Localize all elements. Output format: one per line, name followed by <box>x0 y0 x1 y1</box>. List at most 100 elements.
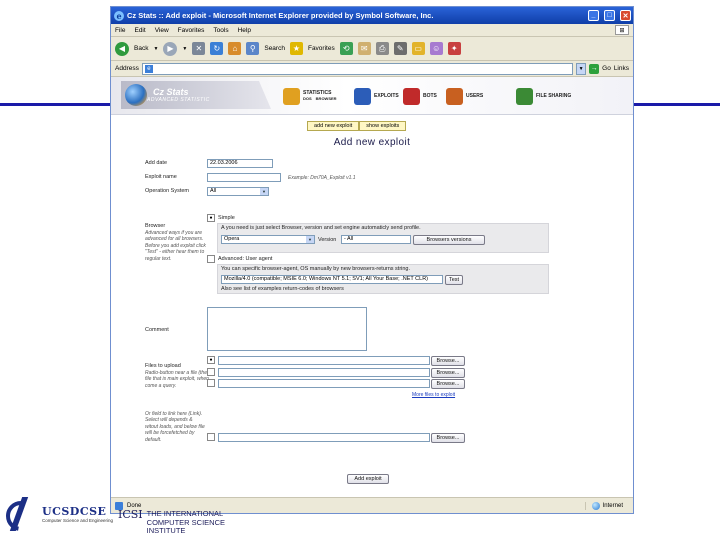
globe-icon <box>125 84 147 106</box>
exploit-name-label: Exploit name <box>145 174 177 180</box>
maximize-button[interactable]: □ <box>604 10 615 21</box>
tab-exploits[interactable]: EXPLOITS <box>354 85 399 107</box>
exploit-name-field[interactable] <box>207 173 281 182</box>
minimize-button[interactable]: _ <box>588 10 599 21</box>
menu-file[interactable]: File <box>115 27 125 34</box>
page-title: Add new exploit <box>333 137 411 148</box>
chevron-down-icon: ▼ <box>306 236 314 243</box>
favorites-label[interactable]: Favorites <box>308 45 335 52</box>
ucsd-tagline: Computer Science and Engineering <box>42 518 114 523</box>
chevron-down-icon: ▼ <box>260 188 268 195</box>
os-label: Operation System <box>145 188 190 194</box>
tab-users[interactable]: USERS <box>446 85 483 107</box>
users-icon <box>446 87 463 105</box>
print-icon[interactable]: ⎙ <box>375 42 389 55</box>
advanced-footer: Also see list of examples return-codes o… <box>221 286 344 292</box>
folder-icon[interactable]: ▭ <box>411 42 425 55</box>
site-logo: Cz Stats ADVANCED STATISTIC <box>121 81 271 109</box>
search-icon[interactable]: ⚲ <box>246 42 260 55</box>
file-3-radio[interactable] <box>207 379 215 387</box>
user-agent-field[interactable]: Mozilla/4.0 (compatible; MSIE 6.0; Windo… <box>221 275 443 284</box>
stop-icon[interactable]: ✕ <box>192 42 206 55</box>
tools-icon[interactable]: ✦ <box>447 42 461 55</box>
simple-label: Simple <box>218 215 235 221</box>
os-select-value: All <box>210 188 217 194</box>
bots-icon <box>403 87 420 105</box>
security-zone: Internet <box>584 501 623 510</box>
links-button[interactable]: Links <box>614 65 629 72</box>
test-button[interactable]: Test <box>445 275 463 285</box>
icsi-line-3: INSTITUTE <box>146 526 186 535</box>
os-select[interactable]: All ▼ <box>207 187 269 196</box>
link-radio[interactable] <box>207 433 215 441</box>
search-label[interactable]: Search <box>264 45 285 52</box>
simple-radio[interactable]: ● <box>207 214 215 222</box>
menu-view[interactable]: View <box>155 27 169 34</box>
address-input[interactable]: e <box>141 62 574 75</box>
menu-tools[interactable]: Tools <box>213 27 228 34</box>
edit-icon[interactable]: ✎ <box>393 42 407 55</box>
back-label[interactable]: Back <box>134 45 148 52</box>
add-exploit-button[interactable]: Add exploit <box>347 474 389 484</box>
file-2-input[interactable] <box>218 368 430 377</box>
window-title: Cz Stats :: Add exploit - Microsoft Inte… <box>127 11 434 20</box>
favorites-star-icon[interactable]: ★ <box>289 42 303 55</box>
browse-button-4[interactable]: Browse... <box>431 433 465 443</box>
mail-icon[interactable]: ✉ <box>357 42 371 55</box>
file-1-input[interactable] <box>218 356 430 365</box>
refresh-icon[interactable]: ↻ <box>210 42 224 55</box>
tab-file-sharing[interactable]: FILE SHARING <box>516 85 571 107</box>
tab-users-label: USERS <box>466 93 484 99</box>
files-label: Files to upload <box>145 363 181 369</box>
add-date-field[interactable]: 22.03.2006 <box>207 159 273 168</box>
tab-file-sharing-label: FILE SHARING <box>536 93 572 99</box>
slide-divider-right <box>634 103 720 106</box>
file-3-input[interactable] <box>218 379 430 388</box>
exploit-name-example: Example: Dm70A_Exploit v1.1 <box>288 175 356 181</box>
tab-bots[interactable]: BOTS <box>403 85 437 107</box>
file-1-radio[interactable]: ● <box>207 356 215 364</box>
messenger-icon[interactable]: ☺ <box>429 42 443 55</box>
comment-textarea[interactable] <box>207 307 367 351</box>
home-icon[interactable]: ⌂ <box>228 42 242 55</box>
menu-favorites[interactable]: Favorites <box>178 27 205 34</box>
slide-divider-left <box>0 103 110 106</box>
forward-arrow-icon[interactable]: ▶ <box>163 41 178 56</box>
go-arrow-icon[interactable]: → <box>589 63 600 74</box>
add-new-exploit-link[interactable]: add new exploit <box>307 121 360 131</box>
more-files-link[interactable]: More files to exploit <box>412 392 455 398</box>
address-label: Address <box>115 65 139 72</box>
browse-button-2[interactable]: Browse... <box>431 368 465 378</box>
browser-label: Browser <box>145 223 166 229</box>
tab-statistics-browser[interactable]: BROWSER <box>316 96 337 102</box>
internet-globe-icon <box>591 501 600 510</box>
browse-button-3[interactable]: Browse... <box>431 379 465 389</box>
add-date-label: Add date <box>145 160 168 166</box>
tab-statistics-dos[interactable]: DOS <box>303 96 312 102</box>
bottom-hint: Or field to link here (Link). Select wil… <box>145 411 205 443</box>
browser-select[interactable]: Opera ▼ <box>221 235 315 244</box>
ie-logo-icon: e <box>114 10 124 21</box>
history-icon[interactable]: ⟲ <box>339 42 353 55</box>
menu-help[interactable]: Help <box>238 27 251 34</box>
link-input[interactable] <box>218 433 430 442</box>
go-button[interactable]: Go <box>602 65 611 72</box>
advanced-radio[interactable] <box>207 255 215 263</box>
browse-button-1[interactable]: Browse... <box>431 356 465 366</box>
tab-exploits-label: EXPLOITS <box>374 93 399 99</box>
statistics-icon <box>283 87 300 105</box>
browsers-versions-button[interactable]: Browsers versions <box>413 235 485 245</box>
forward-dropdown-icon[interactable]: ▼ <box>182 46 187 52</box>
site-header: Cz Stats ADVANCED STATISTIC STATISTICS D… <box>111 77 633 115</box>
tab-statistics[interactable]: STATISTICS DOS BROWSER <box>283 85 337 107</box>
menu-edit[interactable]: Edit <box>134 27 145 34</box>
version-field[interactable]: - All <box>341 235 411 244</box>
file-2-radio[interactable] <box>207 368 215 376</box>
back-dropdown-icon[interactable]: ▼ <box>153 46 158 52</box>
zone-text: Internet <box>602 502 623 509</box>
address-bar: Address e ▼ → Go Links <box>111 61 633 77</box>
address-dropdown-icon[interactable]: ▼ <box>576 62 587 75</box>
close-button[interactable]: ✕ <box>620 10 631 21</box>
back-arrow-icon[interactable]: ◀ <box>115 41 129 56</box>
show-exploits-link[interactable]: show exploits <box>359 121 407 131</box>
